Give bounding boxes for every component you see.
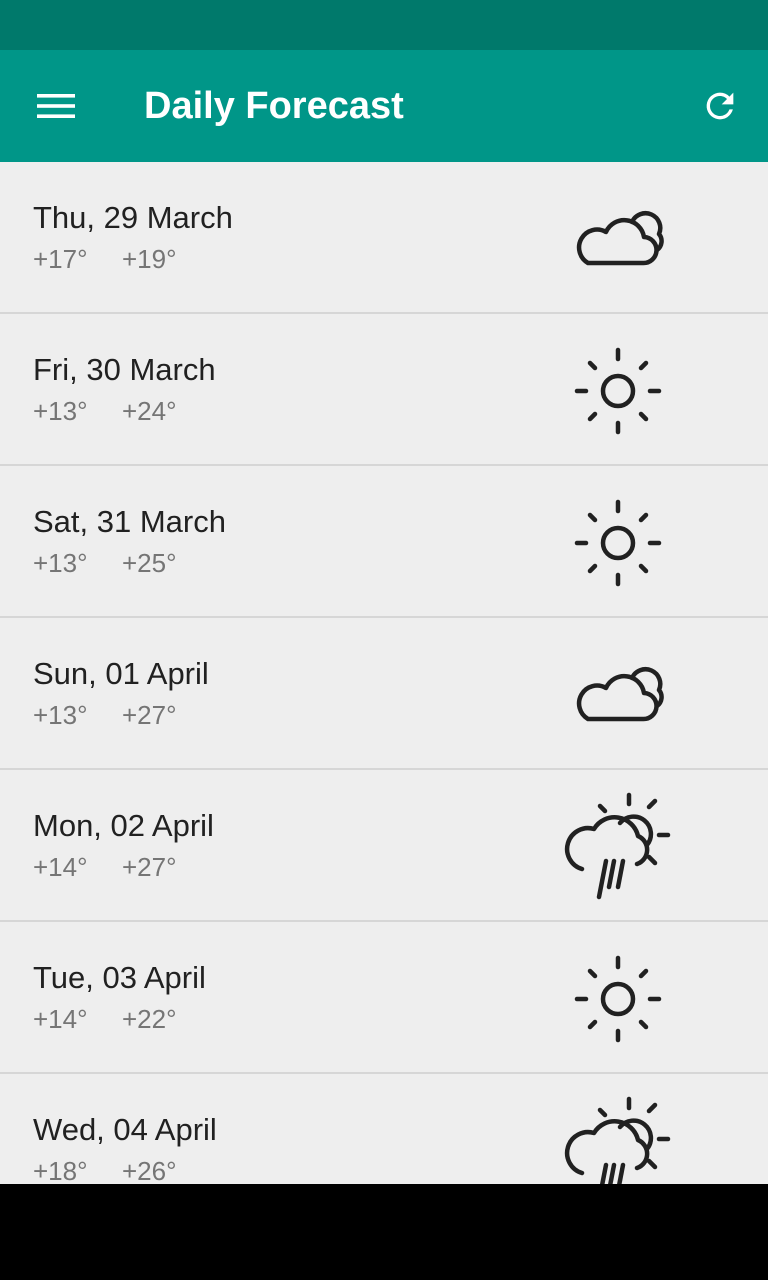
cloudy-icon <box>576 667 664 722</box>
sunny-icon <box>574 499 662 587</box>
forecast-row[interactable]: Fri, 30 March +13° +24° <box>0 314 768 466</box>
temp-low: +14° <box>33 852 88 882</box>
temp-low: +17° <box>33 244 88 274</box>
forecast-row[interactable]: Sat, 31 March +13° +25° <box>0 466 768 618</box>
temp-high: +19° <box>122 244 177 274</box>
forecast-date: Tue, 03 April <box>33 960 206 995</box>
temp-high: +26° <box>122 1156 177 1184</box>
temp-high: +27° <box>122 700 177 730</box>
forecast-date: Sat, 31 March <box>33 504 226 539</box>
refresh-icon <box>706 92 734 120</box>
sunny-icon <box>574 347 662 435</box>
temp-high: +25° <box>122 548 177 578</box>
refresh-button[interactable] <box>688 74 752 138</box>
forecast-date: Wed, 04 April <box>33 1112 217 1147</box>
navigation-bar <box>0 1184 768 1280</box>
forecast-row[interactable]: Wed, 04 April +18° +26° <box>0 1074 768 1184</box>
menu-button[interactable] <box>24 74 88 138</box>
temp-high: +24° <box>122 396 177 426</box>
forecast-row[interactable]: Mon, 02 April +14° +27° <box>0 770 768 922</box>
temp-high: +27° <box>122 852 177 882</box>
temp-low: +13° <box>33 548 88 578</box>
forecast-row[interactable]: Thu, 29 March +17° +19° <box>0 162 768 314</box>
temp-low: +18° <box>33 1156 88 1184</box>
sunny-icon <box>574 955 662 1043</box>
forecast-date: Sun, 01 April <box>33 656 209 691</box>
forecast-date: Mon, 02 April <box>33 808 214 843</box>
forecast-date: Fri, 30 March <box>33 352 216 387</box>
temp-low: +13° <box>33 396 88 426</box>
app-bar: Daily Forecast <box>0 50 768 162</box>
cloudy-icon <box>576 211 664 266</box>
temp-low: +13° <box>33 700 88 730</box>
status-bar <box>0 0 768 50</box>
forecast-date: Thu, 29 March <box>33 200 233 235</box>
temp-high: +22° <box>122 1004 177 1034</box>
forecast-row[interactable]: Tue, 03 April +14° +22° <box>0 922 768 1074</box>
page-title: Daily Forecast <box>144 85 404 127</box>
hamburger-menu-icon <box>37 94 75 118</box>
forecast-list[interactable]: Thu, 29 March +17° +19° Fri, 30 March +1… <box>0 162 768 1184</box>
sun-rain-icon <box>564 1096 671 1184</box>
forecast-row[interactable]: Sun, 01 April +13° +27° <box>0 618 768 770</box>
sun-rain-icon <box>564 792 671 900</box>
temp-low: +14° <box>33 1004 88 1034</box>
